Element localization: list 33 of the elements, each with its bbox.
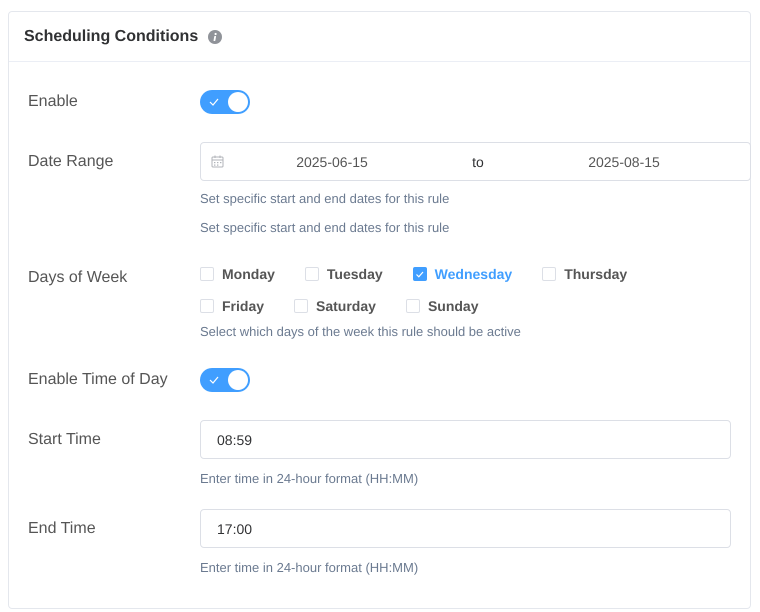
info-icon <box>208 30 222 44</box>
day-label: Monday <box>222 266 275 282</box>
checkbox[interactable] <box>412 267 427 281</box>
time-input[interactable]: 17:00 <box>200 509 731 548</box>
day-label: Friday <box>222 298 264 314</box>
field-label: Start Time <box>28 430 102 450</box>
start-date-input[interactable]: 2025-06-15 <box>224 152 440 172</box>
day-label: Wednesday <box>434 266 512 282</box>
date-range-field[interactable]: 2025-06-15 to 2025-08-15 <box>200 142 751 181</box>
time-input[interactable]: 08:59 <box>200 420 731 459</box>
check-icon <box>209 375 219 385</box>
calendar-icon <box>211 155 224 168</box>
field-label: Days of Week <box>28 268 128 288</box>
field-label: Enable Time of Day <box>28 370 169 390</box>
help-text: Enter time in 24-hour format (HH:MM) <box>200 471 420 487</box>
check-icon <box>414 270 425 278</box>
toggle-switch[interactable] <box>200 368 250 392</box>
card-title: Scheduling Conditions <box>24 28 198 46</box>
range-separator: to <box>471 154 485 170</box>
field-label: Enable <box>28 92 79 112</box>
field-label: End Time <box>28 519 97 539</box>
end-date-input[interactable]: 2025-08-15 <box>516 152 732 172</box>
help-text: Enter time in 24-hour format (HH:MM) <box>200 560 420 576</box>
check-icon <box>209 97 219 107</box>
help-text: Set specific start and end dates for this rule <box>200 191 450 207</box>
day-label: Tuesday <box>326 266 383 282</box>
field-label: Date Range <box>28 152 114 172</box>
day-label: Sunday <box>428 298 479 314</box>
day-label: Saturday <box>316 298 376 314</box>
help-text: Select which days of the week this rule should be active <box>200 324 522 340</box>
help-text: Set specific start and end dates for this rule <box>200 220 450 236</box>
toggle-switch[interactable] <box>200 90 250 114</box>
day-label: Thursday <box>564 266 628 282</box>
